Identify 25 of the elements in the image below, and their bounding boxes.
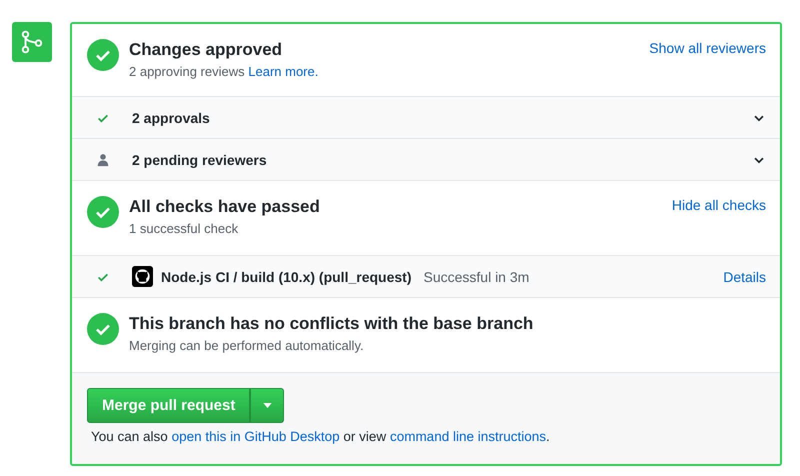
merge-note: You can also open this in GitHub Desktop or view command line instructions. [91,429,551,444]
check-circle-icon [87,39,119,71]
toggle-link[interactable]: Show all reviewers [649,40,766,56]
dropdown-button[interactable] [250,388,284,423]
reviewer-row[interactable]: 2 approvals [72,97,780,139]
check-circle-icon [87,313,119,345]
branch-icon [19,29,45,55]
caret-icon [262,403,272,408]
status-description: 2 approving reviews Learn more. [129,63,320,81]
check-circle-icon [87,196,119,228]
status-title: Changes approved [129,39,284,61]
status-description: 1 successful check [129,220,240,238]
learn-more-link[interactable]: Learn more. [248,64,318,79]
status-title: This branch has no conflicts with the base branch [129,313,534,335]
check-status: Successful in 3m [423,268,530,284]
person-icon [96,152,110,166]
check-name: Node.js CI / build (10.x) (pull_request) [161,268,412,284]
toggle-link[interactable]: Hide all checks [672,197,766,213]
note-link[interactable]: open this in GitHub Desktop [172,429,340,444]
cat-logo-icon [132,266,153,287]
details-link[interactable]: Details [723,268,766,284]
note-link[interactable]: command line instructions [390,429,546,444]
status-description: Merging can be performed automatically. [129,337,365,355]
reviewer-row[interactable]: 2 pending reviewers [72,139,780,181]
status-title: All checks have passed [129,196,321,218]
